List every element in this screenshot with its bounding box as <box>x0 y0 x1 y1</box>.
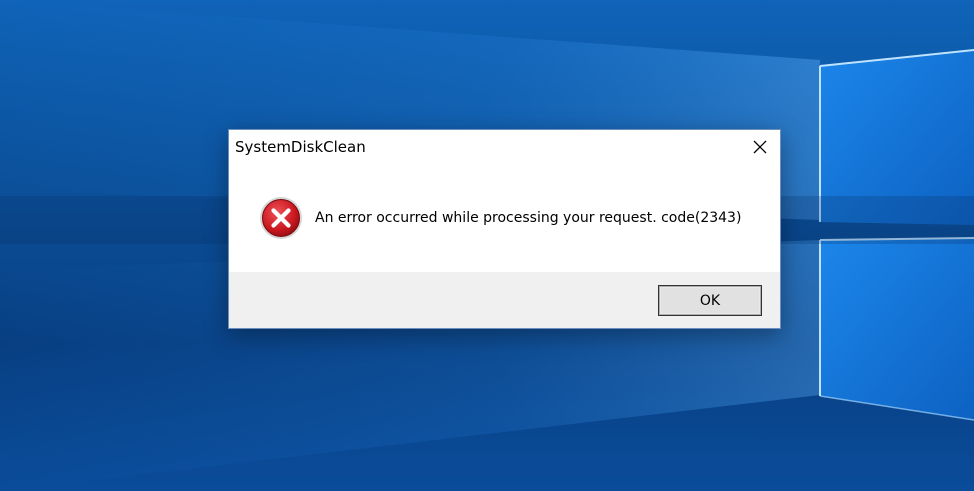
dialog-titlebar[interactable]: SystemDiskClean <box>229 130 780 163</box>
dialog-content: An error occurred while processing your … <box>229 163 780 273</box>
dialog-footer: OK <box>229 272 780 328</box>
error-dialog: SystemDiskClean An error occurred while … <box>228 129 781 329</box>
error-message: An error occurred while processing your … <box>315 210 742 226</box>
error-icon <box>260 197 302 239</box>
close-button[interactable] <box>740 130 780 163</box>
close-icon <box>753 140 767 153</box>
dialog-title: SystemDiskClean <box>235 138 366 156</box>
ok-button[interactable]: OK <box>658 285 762 316</box>
